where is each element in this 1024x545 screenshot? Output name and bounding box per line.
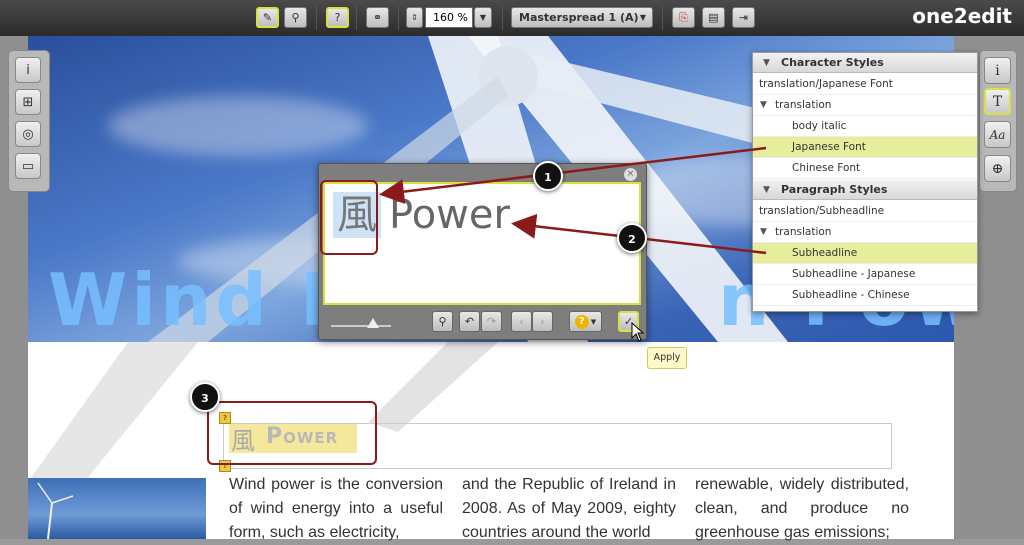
paragraph-group-translation[interactable]: ▼ translation bbox=[753, 222, 977, 243]
close-icon[interactable]: × bbox=[624, 168, 637, 181]
hierarchy-icon[interactable]: ⊞ bbox=[15, 89, 41, 115]
left-tool-panel: i ⊞ ◎ ▭ bbox=[8, 50, 50, 192]
pencil-icon[interactable]: ✎ bbox=[256, 7, 279, 28]
triangle-down-icon: ▼ bbox=[763, 185, 770, 195]
chevron-down-icon: ▼ bbox=[639, 13, 646, 22]
paragraph-style-item[interactable]: Subheadline - Chinese bbox=[753, 285, 977, 306]
character-group-translation[interactable]: ▼ translation bbox=[753, 95, 977, 116]
previous-icon[interactable]: ‹ bbox=[511, 311, 532, 332]
character-style-item[interactable]: body italic bbox=[753, 116, 977, 137]
body-column-3[interactable]: renewable, widely distributed, clean, an… bbox=[695, 473, 909, 545]
right-tool-panel: i T Aa ⊕ bbox=[979, 50, 1017, 192]
editor-text[interactable]: Power bbox=[389, 192, 510, 238]
zoom-input[interactable] bbox=[425, 7, 473, 28]
character-group-label: translation bbox=[775, 99, 832, 111]
help-dropdown-button[interactable]: ? ▼ bbox=[569, 311, 602, 332]
redo-icon[interactable]: ↷ bbox=[481, 311, 502, 332]
chevron-down-icon: ▼ bbox=[590, 317, 597, 326]
pdf-icon[interactable]: ⎘ bbox=[672, 7, 695, 28]
character-style-path: translation/Japanese Font bbox=[753, 74, 977, 95]
spread-select[interactable]: Masterspread 1 (A) ▼ bbox=[511, 7, 653, 28]
turbine-photo bbox=[28, 478, 206, 539]
body-column-2[interactable]: and the Republic of Ireland in 2008. As … bbox=[462, 473, 676, 545]
help-icon[interactable]: ? bbox=[326, 7, 349, 28]
toolbar-divider bbox=[316, 6, 317, 30]
callout-box-3 bbox=[207, 401, 377, 465]
info-icon[interactable]: i bbox=[15, 57, 41, 83]
paragraph-styles-header[interactable]: ▼ Paragraph Styles bbox=[753, 180, 977, 200]
font-size-slider-track[interactable] bbox=[331, 325, 391, 327]
cursor-icon bbox=[631, 322, 645, 342]
help-icon: ? bbox=[574, 314, 589, 329]
font-size-slider-thumb[interactable] bbox=[367, 318, 379, 328]
comment-icon[interactable]: ▭ bbox=[15, 153, 41, 179]
character-style-item[interactable]: Chinese Font bbox=[753, 158, 977, 179]
eyedropper-icon[interactable]: ⚲ bbox=[432, 311, 453, 332]
next-icon[interactable]: › bbox=[532, 311, 553, 332]
paragraph-styles-title: Paragraph Styles bbox=[781, 183, 888, 196]
save-icon[interactable]: ▤ bbox=[702, 7, 725, 28]
callout-box-1 bbox=[320, 180, 378, 255]
paragraph-style-path: translation/Subheadline bbox=[753, 201, 977, 222]
paragraph-style-item-selected[interactable]: Subheadline bbox=[753, 243, 977, 264]
app-logo: one2edit bbox=[912, 4, 1012, 28]
toolbar-divider bbox=[502, 6, 503, 30]
undo-icon[interactable]: ↶ bbox=[459, 311, 480, 332]
triangle-down-icon: ▼ bbox=[760, 227, 767, 237]
styles-panel: ▼ Character Styles translation/Japanese … bbox=[752, 52, 978, 312]
compass-icon[interactable]: ◎ bbox=[15, 121, 41, 147]
body-column-1[interactable]: Wind power is the conversion of wind ene… bbox=[229, 473, 443, 545]
magnifier-icon[interactable]: ⚲ bbox=[284, 7, 307, 28]
character-style-icon[interactable]: Aa bbox=[984, 121, 1011, 148]
triangle-down-icon: ▼ bbox=[763, 58, 770, 68]
info-icon[interactable]: i bbox=[984, 57, 1011, 84]
apply-tooltip: Apply bbox=[647, 347, 687, 369]
character-styles-title: Character Styles bbox=[781, 56, 884, 69]
callout-number-3: 3 bbox=[190, 382, 220, 412]
triangle-down-icon: ▼ bbox=[760, 100, 767, 110]
character-style-item-selected[interactable]: Japanese Font bbox=[753, 137, 977, 158]
zoom-stepper-icon[interactable]: ⇕ bbox=[406, 7, 423, 28]
text-tool-icon[interactable]: T bbox=[984, 88, 1011, 115]
paragraph-style-item[interactable]: Subheadline - Japanese bbox=[753, 264, 977, 285]
paragraph-group-label: translation bbox=[775, 226, 832, 238]
toolbar-divider bbox=[662, 6, 663, 30]
toolbar-divider bbox=[356, 6, 357, 30]
exit-icon[interactable]: ⇥ bbox=[732, 7, 755, 28]
globe-icon[interactable]: ⊕ bbox=[984, 155, 1011, 182]
toolbar-divider bbox=[398, 6, 399, 30]
spread-select-label: Masterspread 1 (A) bbox=[519, 11, 639, 24]
binoculars-icon[interactable]: ⚭ bbox=[366, 7, 389, 28]
callout-number-2: 2 bbox=[617, 223, 647, 253]
main-toolbar: ✎ ⚲ ? ⚭ ⇕ ▼ Masterspread 1 (A) ▼ ⎘ ▤ ⇥ o… bbox=[0, 0, 1024, 37]
zoom-dropdown-icon[interactable]: ▼ bbox=[474, 7, 492, 28]
character-styles-header[interactable]: ▼ Character Styles bbox=[753, 53, 977, 73]
callout-number-1: 1 bbox=[533, 161, 563, 191]
